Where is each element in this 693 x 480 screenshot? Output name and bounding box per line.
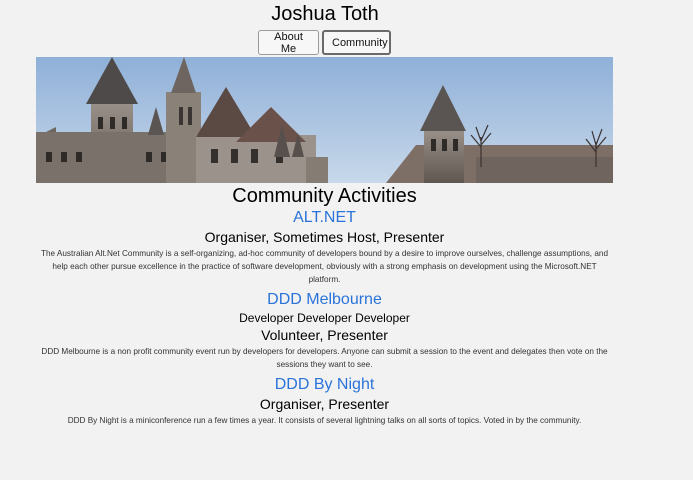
activity-name-link[interactable]: DDD By Night	[36, 375, 613, 395]
activity-role: Organiser, Sometimes Host, Presenter	[204, 229, 445, 245]
page: Joshua Toth About Me Community Community…	[0, 0, 693, 480]
about-me-button[interactable]: About Me	[258, 30, 319, 55]
activity-alt-net: ALT.NET Organiser, Sometimes Host, Prese…	[36, 208, 613, 286]
activity-role: Organiser, Presenter	[259, 396, 390, 412]
castle-photo	[36, 57, 613, 183]
banner-image	[36, 57, 613, 183]
activity-description: DDD By Night is a miniconference run a f…	[67, 416, 582, 425]
activity-name-link[interactable]: DDD Melbourne	[36, 290, 613, 310]
activity-description: DDD Melbourne is a non profit community …	[41, 347, 608, 369]
activity-ddd-by-night: DDD By Night Organiser, Presenter DDD By…	[36, 375, 613, 427]
activity-subtitle: Developer Developer Developer	[239, 311, 410, 325]
site-title: Joshua Toth	[271, 3, 379, 25]
community-button[interactable]: Community	[322, 30, 391, 55]
community-section: Community Activities ALT.NET Organiser, …	[36, 184, 613, 431]
nav-bar: About Me Community	[258, 30, 391, 55]
section-title: Community Activities	[232, 185, 417, 207]
activity-name-link[interactable]: ALT.NET	[36, 208, 613, 228]
activity-description: The Australian Alt.Net Community is a se…	[40, 249, 609, 284]
activity-role: Volunteer, Presenter	[261, 327, 388, 343]
activity-ddd-melbourne: DDD Melbourne Developer Developer Develo…	[36, 290, 613, 371]
